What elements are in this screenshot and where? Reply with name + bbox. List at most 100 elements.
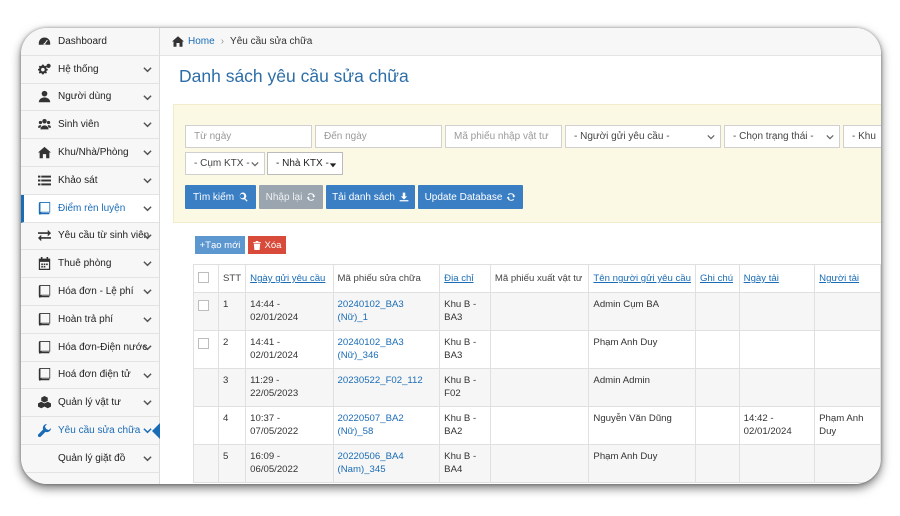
sidebar-item-label: Hệ thống	[58, 63, 99, 75]
sidebar-item-hoa-don-dien-nuoc[interactable]: Hóa đơn-Điện nước	[21, 334, 159, 362]
chevron-down-icon[interactable]	[143, 426, 152, 435]
chevron-down-icon[interactable]	[143, 93, 152, 102]
sidebar-item-yeu-cau-sua-chua[interactable]: Yêu cầu sửa chữa	[21, 417, 161, 445]
list-icon	[37, 173, 51, 187]
caret-down-icon	[329, 161, 337, 169]
chevron-down-icon[interactable]	[143, 204, 152, 213]
sidebar-item-sinh-vien[interactable]: Sinh viên	[21, 111, 159, 140]
repair-code-link[interactable]: 20220507_BA2 (Nữ)_58	[338, 413, 404, 437]
sidebar-item-label: Hoá đơn điện tử	[58, 369, 131, 381]
breadcrumb-home-link[interactable]: Home	[188, 36, 215, 47]
repair-code-link[interactable]: 20240102_BA3 (Nữ)_1	[338, 299, 404, 323]
cluster-select[interactable]: - Cụm KTX -	[185, 152, 265, 175]
cluster-select-value: - Cụm KTX -	[194, 158, 250, 169]
sidebar-item-quan-ly-giat-do[interactable]: Quản lý giặt đồ	[21, 445, 159, 473]
add-new-button[interactable]: +Tạo mới	[195, 236, 245, 254]
column-header-upload-date[interactable]: Ngày tải	[738, 264, 816, 293]
row-checkbox[interactable]	[198, 338, 209, 349]
chevron-down-icon[interactable]	[143, 315, 152, 324]
exchange-icon	[37, 229, 51, 243]
column-header-request-date[interactable]: Ngày gửi yêu cầu	[245, 264, 334, 293]
repair-code-link[interactable]: 20220506_BA4 (Nam)_345	[338, 451, 404, 475]
cell-stt: 3	[218, 368, 247, 407]
sender-select[interactable]: - Người gửi yêu cầu -	[565, 125, 721, 148]
cell-upload-date	[738, 444, 816, 483]
update-database-button-label: Update Database	[424, 191, 503, 203]
update-database-button[interactable]: Update Database	[418, 185, 523, 209]
table-header-row: STT Ngày gửi yêu cầu Mã phiếu sửa chữa Đ…	[192, 264, 881, 293]
column-header-note[interactable]: Ghi chú	[694, 264, 740, 293]
chevron-down-icon[interactable]	[143, 232, 152, 241]
column-header-sender[interactable]: Tên người gửi yêu cầu	[588, 264, 696, 293]
select-all-header[interactable]	[192, 264, 220, 293]
sidebar-item-hoa-don-dien-tu[interactable]: Hoá đơn điện tử	[21, 362, 159, 390]
chevron-down-icon[interactable]	[143, 148, 152, 157]
area-select[interactable]: - Khu	[843, 125, 881, 148]
chevron-down-icon[interactable]	[143, 398, 152, 407]
chevron-down-icon[interactable]	[143, 287, 152, 296]
select-all-checkbox[interactable]	[198, 272, 209, 283]
sidebar-item-label: Yêu cầu từ sinh viên	[58, 230, 150, 242]
cell-upload-date	[738, 292, 816, 331]
cell-request-date: 16:09 - 06/05/2022	[245, 444, 334, 483]
search-button[interactable]: Tìm kiếm	[185, 185, 256, 209]
sidebar-item-khao-sat[interactable]: Khảo sát	[21, 167, 159, 195]
sidebar-item-quan-ly-vat-tu[interactable]: Quản lý vật tư	[21, 389, 159, 418]
cell-export-code	[489, 368, 590, 407]
cell-sender: Admin Admin	[588, 368, 696, 407]
chevron-down-icon[interactable]	[143, 343, 152, 352]
sidebar-item-diem-ren-luyen[interactable]: Điểm rèn luyện	[21, 194, 159, 223]
cell-address: Khu B - BA3	[439, 292, 491, 331]
repair-code-link[interactable]: 20230522_F02_112	[338, 375, 423, 386]
sidebar-item-hoa-don-le-phi[interactable]: Hóa đơn - Lệ phí	[21, 278, 159, 306]
row-checkbox[interactable]	[198, 300, 209, 311]
chevron-down-icon[interactable]	[143, 176, 152, 185]
sidebar-item-khu-nha-phong[interactable]: Khu/Nhà/Phòng	[21, 139, 159, 167]
chevron-down-icon[interactable]	[143, 371, 152, 380]
from-date-input[interactable]: Từ ngày	[185, 125, 312, 148]
app-window: Dashboard Hệ thống Người dùng Sinh viên Khu/…	[21, 28, 881, 484]
chevron-down-icon[interactable]	[143, 454, 152, 463]
table-row[interactable]: 5 16:09 - 06/05/2022 20220506_BA4 (Nam)_34…	[192, 444, 881, 483]
trash-icon	[252, 240, 261, 250]
reset-button[interactable]: Nhập lại	[259, 185, 323, 209]
sidebar-item-he-thong[interactable]: Hệ thống	[21, 56, 159, 84]
table-row[interactable]: 4 10:37 - 07/05/2022 20220507_BA2 (Nữ)_58 K…	[192, 406, 881, 445]
chevron-down-icon[interactable]	[143, 120, 152, 129]
repair-request-table: STT Ngày gửi yêu cầu Mã phiếu sửa chữa Đ…	[192, 264, 881, 483]
to-date-input[interactable]: Đến ngày	[315, 125, 442, 148]
sidebar-item-thue-phong[interactable]: Thuê phòng	[21, 250, 159, 279]
status-select[interactable]: - Chọn trạng thái -	[724, 125, 840, 148]
material-slip-input[interactable]: Mã phiếu nhập vật tư	[445, 125, 562, 148]
cell-uploader	[814, 368, 881, 407]
cell-note	[694, 444, 740, 483]
sidebar-item-yeu-cau-tu-sinh-vien[interactable]: Yêu cầu từ sinh viên	[21, 223, 159, 251]
sidebar-item-label: Người dùng	[58, 91, 112, 103]
delete-button[interactable]: Xóa	[248, 236, 286, 254]
building-select[interactable]: - Nhà KTX -	[267, 152, 343, 175]
column-header-uploader[interactable]: Người tải	[814, 264, 881, 293]
cell-address: Khu B - BA2	[439, 406, 491, 445]
table-row[interactable]: 1 14:44 - 02/01/2024 20240102_BA3 (Nữ)_1 Kh…	[192, 292, 881, 331]
chevron-down-icon[interactable]	[143, 65, 152, 74]
repair-code-link[interactable]: 20240102_BA3 (Nữ)_346	[338, 337, 404, 361]
sidebar-item-dashboard[interactable]: Dashboard	[21, 28, 159, 56]
cell-address: Khu B - BA4	[439, 444, 491, 483]
table-row[interactable]: 2 14:41 - 02/01/2024 20240102_BA3 (Nữ)_346…	[192, 330, 881, 369]
breadcrumb: Home › Yêu cầu sửa chữa	[160, 28, 881, 56]
chevron-down-icon	[707, 133, 715, 141]
sidebar-item-hoan-tra-phi[interactable]: Hoàn trả phí	[21, 306, 159, 334]
home-icon[interactable]	[172, 36, 184, 47]
cell-repair-code: 20240102_BA3 (Nữ)_346	[332, 330, 441, 369]
table-row[interactable]: 3 11:29 - 22/05/2023 20230522_F02_112 Khu B…	[192, 368, 881, 407]
download-list-button[interactable]: Tải danh sách	[326, 185, 415, 209]
cell-export-code	[489, 406, 590, 445]
column-header-address[interactable]: Địa chỉ	[439, 264, 491, 293]
chevron-down-icon[interactable]	[143, 259, 152, 268]
sidebar-item-label: Điểm rèn luyện	[58, 202, 126, 214]
cell-export-code	[489, 444, 590, 483]
cell-repair-code: 20230522_F02_112	[332, 368, 441, 407]
book-icon	[37, 340, 51, 354]
sidebar-item-nguoi-dung[interactable]: Người dùng	[21, 84, 159, 112]
refresh-icon	[306, 193, 316, 201]
